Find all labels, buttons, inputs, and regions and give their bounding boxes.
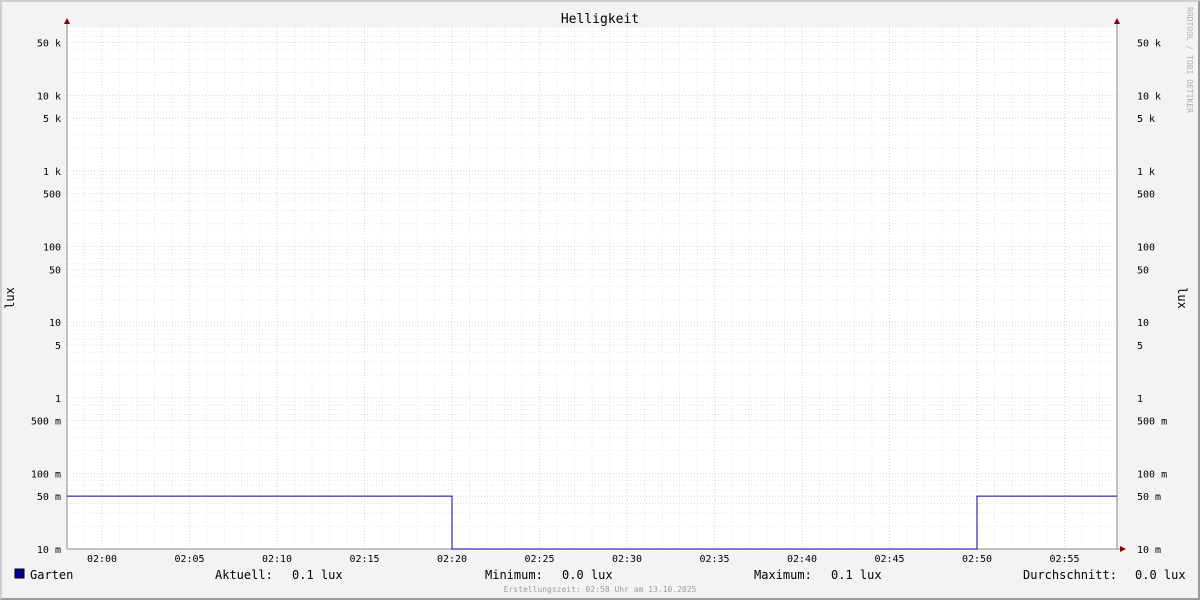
y-tick-label-right: 50 [1137, 265, 1149, 276]
y-axis-arrow-right [1114, 18, 1120, 24]
y-tick-label-right: 1 [1137, 394, 1143, 405]
y-tick-label-right: 10 m [1137, 545, 1161, 556]
y-tick-label-right: 100 m [1137, 469, 1167, 480]
y-tick-label-left: 100 [43, 243, 61, 254]
y-tick-label-right: 5 [1137, 341, 1143, 352]
x-tick-label: 02:50 [962, 554, 992, 565]
y-tick-label-left: 10 [49, 318, 61, 329]
y-tick-label-left: 5 [55, 341, 61, 352]
x-tick-label: 02:10 [262, 554, 292, 565]
x-axis-arrow [1120, 546, 1126, 552]
y-tick-label-right: 5 k [1137, 114, 1155, 125]
y-tick-label-left: 500 m [31, 417, 61, 428]
legend-stat-label: Durchschnitt: [1023, 568, 1117, 582]
y-tick-label-right: 50 m [1137, 492, 1161, 503]
legend-swatch-garten [14, 568, 25, 579]
x-tick-label: 02:40 [787, 554, 817, 565]
chart-title: Helligkeit [561, 12, 639, 27]
y-tick-label-left: 500 [43, 190, 61, 201]
x-tick-label: 02:05 [174, 554, 204, 565]
x-tick-label: 02:45 [874, 554, 904, 565]
y-tick-label-left: 50 m [37, 492, 61, 503]
x-tick-labels: 02:00 02:05 02:10 02:15 02:20 02:25 02:30 02:35… [87, 554, 1080, 565]
legend-stat-value: 0.1 lux [292, 568, 343, 582]
legend-stat-value: 0.1 lux [831, 568, 882, 582]
y-tick-label-right: 50 k [1137, 38, 1161, 49]
legend-stat-label: Minimum: [485, 568, 543, 582]
x-tick-label: 02:00 [87, 554, 117, 565]
legend-series-name: Garten [30, 568, 73, 582]
y-tick-label-left: 1 k [43, 167, 61, 178]
y-tick-label-right: 1 k [1137, 167, 1155, 178]
y-tick-label-right: 10 [1137, 318, 1149, 329]
x-tick-label: 02:30 [612, 554, 642, 565]
y-tick-label-left: 50 [49, 265, 61, 276]
y-tick-label-right: 500 m [1137, 417, 1167, 428]
creation-time: Erstellungszeit: 02:58 Uhr am 13.10.2025 [504, 585, 697, 594]
legend-stat-value: 0.0 lux [1135, 568, 1186, 582]
graph-frame: 50 k 50 k 10 k 10 k5 k5 k1 k1 k 500 500 100 100… [0, 0, 1200, 600]
watermark: RRDTOOL / TOBI OETIKER [1185, 7, 1194, 113]
x-tick-label: 02:20 [437, 554, 467, 565]
y-tick-label-right: 500 [1137, 190, 1155, 201]
y-tick-label-right: 100 [1137, 243, 1155, 254]
y-axis-arrow-left [64, 18, 70, 24]
legend-stat-label: Maximum: [754, 568, 812, 582]
x-tick-label: 02:35 [699, 554, 729, 565]
x-tick-label: 02:55 [1049, 554, 1079, 565]
y-axis-label-left: lux [3, 287, 17, 309]
legend-stats: Aktuell: 0.1 lux Minimum: 0.0 lux Maximum: 0.… [215, 568, 1186, 582]
brightness-chart: 50 k 50 k10 k 10 k5 k5 k1 k1 k500 500100 100… [3, 7, 1194, 594]
x-tick-label: 02:25 [524, 554, 554, 565]
y-tick-label-left: 50 k [37, 38, 61, 49]
y-axis-label-right: lux [1175, 287, 1189, 309]
y-tick-label-left: 1 [55, 394, 61, 405]
y-tick-label-left: 100 m [31, 469, 61, 480]
legend-stat-value: 0.0 lux [562, 568, 613, 582]
y-tick-label-right: 10 k [1137, 91, 1161, 102]
y-tick-label-left: 10 m [37, 545, 61, 556]
y-tick-label-left: 10 k [37, 91, 61, 102]
legend-stat-label: Aktuell: [215, 568, 273, 582]
y-tick-label-left: 5 k [43, 114, 61, 125]
x-tick-label: 02:15 [349, 554, 379, 565]
